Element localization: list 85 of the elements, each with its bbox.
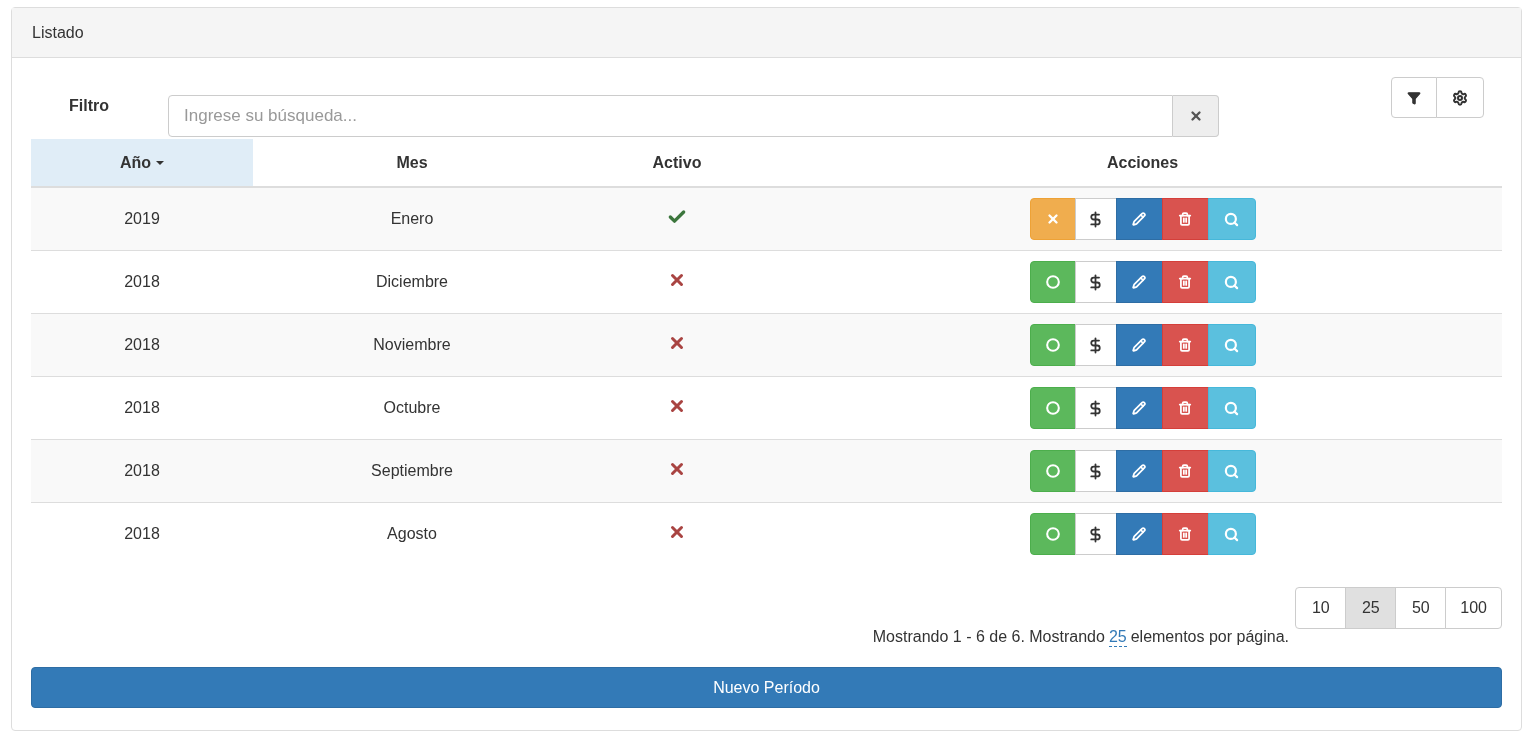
table-cell: Octubre <box>253 376 571 440</box>
dollar-button[interactable] <box>1074 450 1117 492</box>
summary-text: elementos por página. <box>1130 628 1289 647</box>
table-cell: 2018 <box>31 376 253 440</box>
table-cell: Agosto <box>253 502 571 565</box>
pencil-icon <box>1132 212 1146 226</box>
dollar-icon <box>1087 336 1104 354</box>
circle-icon <box>1045 338 1060 352</box>
delete-button[interactable] <box>1161 198 1209 240</box>
search-button[interactable] <box>1207 324 1256 366</box>
delete-button[interactable] <box>1161 324 1209 366</box>
table-cell: 2018 <box>31 439 253 503</box>
filter-label: Filtro <box>68 97 110 115</box>
table-cell: Diciembre <box>253 250 571 314</box>
page-size-button[interactable]: 10 <box>1295 587 1347 629</box>
search-field[interactable]: Ingrese su búsqueda... <box>168 95 1173 137</box>
dollar-button[interactable] <box>1074 261 1117 303</box>
table-cell: Septiembre <box>253 439 571 503</box>
delete-button[interactable] <box>1161 513 1209 555</box>
search-button[interactable] <box>1207 513 1256 555</box>
column-header[interactable]: Año <box>31 139 253 187</box>
edit-button[interactable] <box>1115 324 1163 366</box>
dollar-button[interactable] <box>1074 324 1117 366</box>
search-icon <box>1224 274 1239 290</box>
close-icon <box>1188 109 1203 123</box>
filter-icon <box>1407 90 1421 105</box>
search-icon <box>1224 337 1239 353</box>
circle-icon <box>1045 401 1060 415</box>
page-size-button[interactable]: 100 <box>1445 587 1502 629</box>
search-icon <box>1224 463 1239 479</box>
trash-icon <box>1178 401 1192 415</box>
table-cell: Noviembre <box>253 313 571 377</box>
cross-icon <box>1045 212 1060 226</box>
pencil-icon <box>1132 527 1146 541</box>
circle-icon <box>1045 464 1060 478</box>
delete-button[interactable] <box>1161 387 1209 429</box>
filter-button[interactable] <box>1391 77 1437 118</box>
settings-icon <box>1452 89 1468 106</box>
page-size-button[interactable]: 50 <box>1395 587 1447 629</box>
pencil-icon <box>1132 401 1146 415</box>
trash-icon <box>1178 212 1192 226</box>
dollar-button[interactable] <box>1074 387 1117 429</box>
edit-button[interactable] <box>1115 198 1163 240</box>
search-button[interactable] <box>1207 387 1256 429</box>
delete-button[interactable] <box>1161 261 1209 303</box>
summary-text: Mostrando 1 - 6 de 6. Mostrando <box>872 628 1105 647</box>
trash-icon <box>1178 527 1192 541</box>
edit-button[interactable] <box>1115 261 1163 303</box>
clear-button[interactable] <box>1173 95 1219 137</box>
table-cell: Enero <box>253 187 571 251</box>
trash-icon <box>1178 464 1192 478</box>
trash-icon <box>1178 338 1192 352</box>
settings-button[interactable] <box>1436 77 1484 118</box>
sort-caret-icon <box>156 161 165 166</box>
search-icon <box>1224 400 1239 416</box>
dollar-icon <box>1087 525 1104 543</box>
page-size-button[interactable]: 25 <box>1345 587 1397 629</box>
table-cell: 2018 <box>31 502 253 565</box>
search-icon <box>1224 211 1239 227</box>
pencil-icon <box>1132 338 1146 352</box>
dollar-button[interactable] <box>1074 198 1117 240</box>
new-period-button[interactable]: Nuevo Período <box>31 667 1502 708</box>
circle-icon <box>1045 527 1060 541</box>
table-cell: 2018 <box>31 250 253 314</box>
dollar-icon <box>1087 273 1104 291</box>
table-cell: 2018 <box>31 313 253 377</box>
panel-title: Listado <box>32 23 84 42</box>
search-icon <box>1224 526 1239 542</box>
dollar-icon <box>1087 399 1104 417</box>
edit-button[interactable] <box>1115 450 1163 492</box>
dollar-icon <box>1087 210 1104 228</box>
dollar-icon <box>1087 462 1104 480</box>
pencil-icon <box>1132 464 1146 478</box>
edit-button[interactable] <box>1115 387 1163 429</box>
edit-button[interactable] <box>1115 513 1163 555</box>
page-size-link[interactable]: 25 <box>1108 628 1127 647</box>
delete-button[interactable] <box>1161 450 1209 492</box>
search-button[interactable] <box>1207 450 1256 492</box>
search-button[interactable] <box>1207 198 1256 240</box>
search-button[interactable] <box>1207 261 1256 303</box>
pencil-icon <box>1132 275 1146 289</box>
circle-icon <box>1045 275 1060 289</box>
trash-icon <box>1178 275 1192 289</box>
dollar-button[interactable] <box>1074 513 1117 555</box>
table-cell: 2019 <box>31 187 253 251</box>
